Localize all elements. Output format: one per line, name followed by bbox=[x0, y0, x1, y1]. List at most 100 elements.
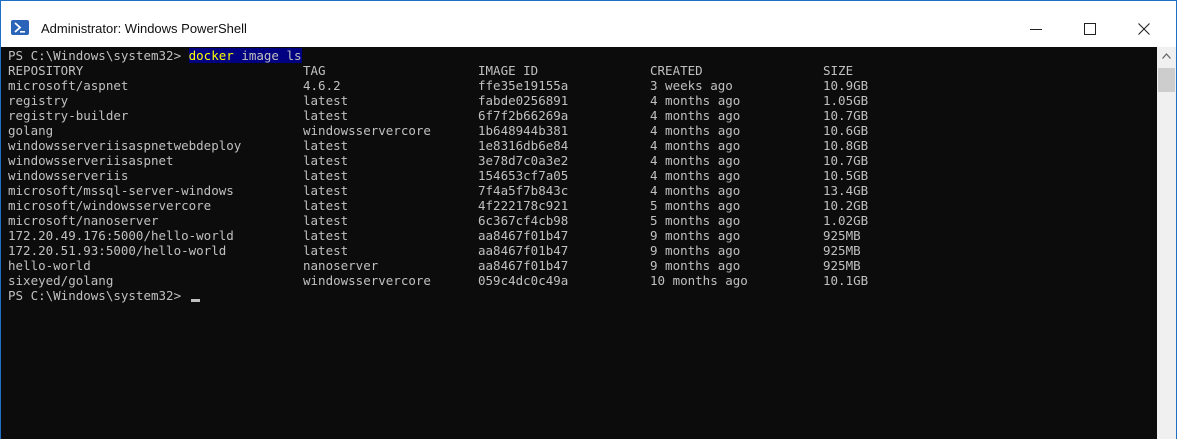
cell-size: 10.5GB bbox=[823, 168, 869, 183]
table-row: hello-world nanoserver aa8467f01b47 9 mo… bbox=[8, 258, 861, 273]
cell-created: 4 months ago bbox=[650, 93, 741, 108]
cell-repository: golang bbox=[8, 123, 54, 138]
cell-size: 10.2GB bbox=[823, 198, 869, 213]
cell-size: 1.02GB bbox=[823, 213, 869, 228]
cell-size: 925MB bbox=[823, 243, 861, 258]
vertical-scrollbar[interactable] bbox=[1157, 47, 1176, 439]
cell-tag: latest bbox=[303, 138, 349, 153]
table-row: sixeyed/golang windowsservercore 059c4dc… bbox=[8, 273, 868, 288]
command-line: PS C:\Windows\system32> docker image ls bbox=[8, 48, 302, 63]
cell-tag: nanoserver bbox=[303, 258, 379, 273]
cell-image-id: 6f7f2b66269a bbox=[478, 108, 569, 123]
scroll-thumb[interactable] bbox=[1158, 68, 1175, 92]
cell-repository: 172.20.51.93:5000/hello-world bbox=[8, 243, 227, 258]
cell-tag: latest bbox=[303, 93, 349, 108]
cell-size: 13.4GB bbox=[823, 183, 869, 198]
cell-created: 5 months ago bbox=[650, 198, 741, 213]
input-line[interactable]: PS C:\Windows\system32> bbox=[8, 288, 200, 303]
cell-size: 10.7GB bbox=[823, 153, 869, 168]
cell-image-id: 7f4a5f7b843c bbox=[478, 183, 569, 198]
cell-image-id: 154653cf7a05 bbox=[478, 168, 569, 183]
cell-size: 10.7GB bbox=[823, 108, 869, 123]
close-button[interactable] bbox=[1121, 1, 1167, 47]
cell-tag: latest bbox=[303, 168, 349, 183]
cell-created: 5 months ago bbox=[650, 213, 741, 228]
cell-size: 925MB bbox=[823, 258, 861, 273]
cell-image-id: 6c367cf4cb98 bbox=[478, 213, 569, 228]
cell-tag: latest bbox=[303, 153, 349, 168]
cell-size: 10.9GB bbox=[823, 78, 869, 93]
cell-image-id: aa8467f01b47 bbox=[478, 228, 569, 243]
command-subcommand: image bbox=[241, 48, 279, 63]
cell-created: 3 weeks ago bbox=[650, 78, 733, 93]
title-bar[interactable]: Administrator: Windows PowerShell bbox=[1, 1, 1176, 47]
cell-tag: latest bbox=[303, 243, 349, 258]
cell-repository: windowsserveriisaspnetwebdeploy bbox=[8, 138, 242, 153]
command-argument: ls bbox=[286, 48, 302, 63]
cell-image-id: 059c4dc0c49a bbox=[478, 273, 569, 288]
table-row: 172.20.49.176:5000/hello-world latest aa… bbox=[8, 228, 861, 243]
table-row: windowsserveriisaspnet latest 3e78d7c0a3… bbox=[8, 153, 868, 168]
header-created: CREATED bbox=[650, 63, 703, 78]
cell-created: 9 months ago bbox=[650, 228, 741, 243]
table-row: microsoft/mssql-server-windows latest 7f… bbox=[8, 183, 868, 198]
cell-tag: latest bbox=[303, 108, 349, 123]
cell-created: 4 months ago bbox=[650, 168, 741, 183]
cell-tag: latest bbox=[303, 183, 349, 198]
cell-repository: registry bbox=[8, 93, 69, 108]
powershell-icon[interactable] bbox=[11, 20, 29, 35]
console-output[interactable]: PS C:\Windows\system32> docker image ls … bbox=[1, 47, 1157, 439]
cell-repository: microsoft/mssql-server-windows bbox=[8, 183, 234, 198]
header-size: SIZE bbox=[823, 63, 854, 78]
prompt-text: PS C:\Windows\system32> bbox=[8, 288, 189, 303]
table-header: REPOSITORY TAG IMAGE ID CREATED SIZE bbox=[8, 63, 853, 78]
cell-repository: microsoft/windowsservercore bbox=[8, 198, 212, 213]
cell-repository: hello-world bbox=[8, 258, 91, 273]
table-row: windowsserveriisaspnetwebdeploy latest 1… bbox=[8, 138, 868, 153]
minimize-button[interactable] bbox=[1013, 1, 1059, 47]
cell-repository: 172.20.49.176:5000/hello-world bbox=[8, 228, 234, 243]
maximize-button[interactable] bbox=[1067, 1, 1113, 47]
cell-repository: windowsserveriis bbox=[8, 168, 129, 183]
table-row: windowsserveriis latest 154653cf7a05 4 m… bbox=[8, 168, 868, 183]
cell-created: 4 months ago bbox=[650, 183, 741, 198]
window-title: Administrator: Windows PowerShell bbox=[41, 21, 247, 36]
chevron-up-icon bbox=[1162, 53, 1171, 59]
table-row: microsoft/windowsservercore latest 4f222… bbox=[8, 198, 868, 213]
cell-created: 4 months ago bbox=[650, 138, 741, 153]
powershell-window: Administrator: Windows PowerShell PS C:\… bbox=[0, 0, 1177, 439]
cell-size: 10.6GB bbox=[823, 123, 869, 138]
cell-image-id: ffe35e19155a bbox=[478, 78, 569, 93]
minimize-icon bbox=[1030, 29, 1042, 30]
header-repository: REPOSITORY bbox=[8, 63, 84, 78]
cell-image-id: 3e78d7c0a3e2 bbox=[478, 153, 569, 168]
cell-repository: windowsserveriisaspnet bbox=[8, 153, 174, 168]
prompt-text: PS C:\Windows\system32> bbox=[8, 48, 189, 63]
cell-image-id: aa8467f01b47 bbox=[478, 258, 569, 273]
text-cursor bbox=[190, 299, 200, 302]
cell-repository: registry-builder bbox=[8, 108, 129, 123]
cell-created: 9 months ago bbox=[650, 258, 741, 273]
cell-size: 10.8GB bbox=[823, 138, 869, 153]
cell-tag: latest bbox=[303, 198, 349, 213]
table-row: 172.20.51.93:5000/hello-world latest aa8… bbox=[8, 243, 861, 258]
cell-repository: microsoft/aspnet bbox=[8, 78, 129, 93]
cell-size: 1.05GB bbox=[823, 93, 869, 108]
cell-image-id: aa8467f01b47 bbox=[478, 243, 569, 258]
cell-created: 10 months ago bbox=[650, 273, 748, 288]
cell-tag: latest bbox=[303, 213, 349, 228]
table-row: registry-builder latest 6f7f2b66269a 4 m… bbox=[8, 108, 868, 123]
cell-size: 925MB bbox=[823, 228, 861, 243]
maximize-icon bbox=[1084, 23, 1096, 35]
scroll-up-button[interactable] bbox=[1157, 47, 1176, 65]
table-row: microsoft/nanoserver latest 6c367cf4cb98… bbox=[8, 213, 868, 228]
cell-tag: windowsservercore bbox=[303, 273, 431, 288]
table-row: microsoft/aspnet 4.6.2 ffe35e19155a 3 we… bbox=[8, 78, 868, 93]
cell-created: 4 months ago bbox=[650, 153, 741, 168]
cell-tag: latest bbox=[303, 228, 349, 243]
cell-image-id: fabde0256891 bbox=[478, 93, 569, 108]
cell-tag: 4.6.2 bbox=[303, 78, 341, 93]
header-image-id: IMAGE ID bbox=[478, 63, 539, 78]
close-icon bbox=[1138, 23, 1150, 35]
cell-image-id: 1b648944b381 bbox=[478, 123, 569, 138]
